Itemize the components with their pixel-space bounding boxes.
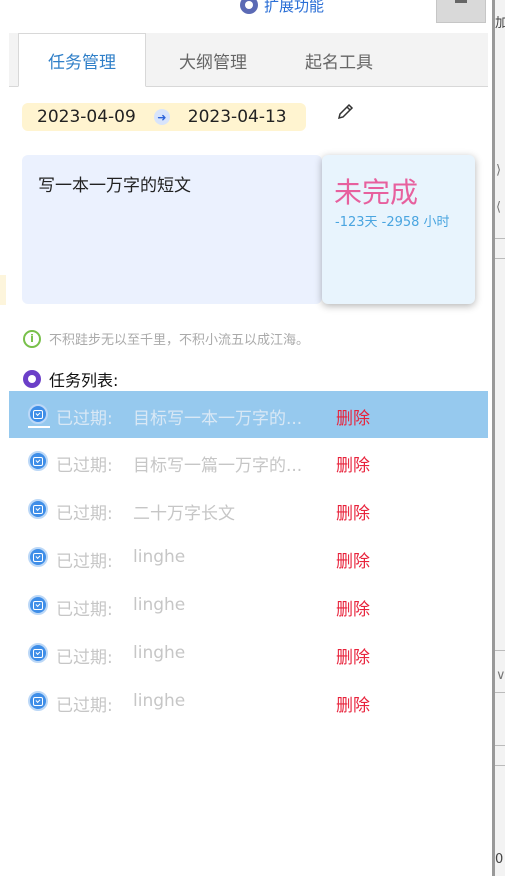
- calendar-check-icon[interactable]: [28, 547, 48, 567]
- extension-icon: [240, 0, 258, 14]
- task-state: 已过期:: [56, 504, 113, 524]
- delete-button[interactable]: 删除: [336, 451, 370, 476]
- task-row[interactable]: 已过期: linghe 删除: [9, 678, 488, 726]
- task-list: 已过期: 目标写一本一万字的... 删除 已过期: 目标写一篇一万字的... 删…: [9, 391, 488, 726]
- chevron-right-icon: ⟩: [496, 163, 502, 178]
- host-divider: [495, 650, 505, 651]
- top-bar: 扩展功能: [0, 0, 492, 32]
- host-text-fragment: 加: [495, 16, 505, 31]
- task-row[interactable]: 已过期: linghe 删除: [9, 630, 488, 678]
- start-date: 2023-04-09: [37, 107, 136, 127]
- tab-naming-tool[interactable]: 起名工具: [275, 33, 403, 87]
- host-divider: [495, 692, 505, 693]
- pencil-edit-icon[interactable]: [336, 101, 356, 121]
- delete-button[interactable]: 删除: [336, 643, 370, 668]
- task-status-card: 未完成 -123天 -2958 小时: [322, 155, 475, 304]
- tab-label: 大纲管理: [179, 52, 247, 73]
- host-divider: [495, 238, 505, 239]
- current-task-card: 写一本一万字的短文: [22, 155, 322, 304]
- delete-button[interactable]: 删除: [336, 499, 370, 524]
- task-state: 已过期:: [56, 696, 113, 716]
- task-status: 未完成: [334, 176, 419, 209]
- task-list-title: 任务列表:: [49, 371, 119, 390]
- task-row[interactable]: 已过期: 二十万字长文 删除: [9, 486, 488, 534]
- task-state: 已过期:: [56, 552, 113, 572]
- task-state: 已过期:: [56, 648, 113, 668]
- host-page-sliver: [0, 275, 6, 305]
- task-row[interactable]: 已过期: linghe 删除: [9, 534, 488, 582]
- task-name[interactable]: linghe: [133, 691, 185, 711]
- task-name[interactable]: 目标写一本一万字的...: [133, 404, 302, 429]
- calendar-check-icon[interactable]: [28, 404, 50, 428]
- current-task-text: 写一本一万字的短文: [38, 176, 191, 196]
- host-divider: [495, 765, 505, 766]
- task-name[interactable]: 目标写一篇一万字的...: [133, 451, 302, 476]
- task-state: 已过期:: [56, 600, 113, 620]
- delete-button[interactable]: 删除: [336, 595, 370, 620]
- task-state: 已过期:: [56, 456, 113, 476]
- task-name[interactable]: linghe: [133, 547, 185, 567]
- calendar-check-icon[interactable]: [28, 643, 48, 663]
- arrow-right-icon: ➜: [153, 109, 170, 125]
- info-icon: i: [23, 329, 41, 348]
- motto-text: 不积跬步无以至千里，不积小流五以成江海。: [49, 333, 310, 348]
- task-list-header: 任务列表:: [23, 367, 118, 391]
- delete-button[interactable]: 删除: [336, 691, 370, 716]
- calendar-check-icon[interactable]: [28, 451, 48, 471]
- task-state: 已过期:: [56, 409, 113, 429]
- delete-button[interactable]: 删除: [336, 404, 370, 429]
- date-range[interactable]: 2023-04-09 ➜ 2023-04-13: [22, 103, 306, 131]
- host-page-edge: 加 ⟩ ⟨ ∨ 0: [492, 0, 505, 876]
- end-date: 2023-04-13: [187, 107, 287, 127]
- motto: i 不积跬步无以至千里，不积小流五以成江海。: [23, 329, 309, 348]
- tab-bar: 任务管理 大纲管理 起名工具: [9, 33, 488, 87]
- host-divider: [495, 745, 505, 746]
- chevron-left-icon: ⟨: [496, 200, 502, 215]
- host-text-fragment: 0: [495, 852, 504, 867]
- calendar-check-icon[interactable]: [28, 691, 48, 711]
- tab-task-management[interactable]: 任务管理: [18, 33, 146, 87]
- task-row[interactable]: 已过期: linghe 删除: [9, 582, 488, 630]
- task-row[interactable]: 已过期: 目标写一本一万字的... 删除: [9, 391, 488, 438]
- task-name[interactable]: 二十万字长文: [133, 499, 235, 524]
- task-name[interactable]: linghe: [133, 595, 185, 615]
- tab-label: 任务管理: [48, 52, 116, 73]
- host-divider: [495, 258, 505, 259]
- task-row[interactable]: 已过期: 目标写一篇一万字的... 删除: [9, 438, 488, 486]
- time-remaining: -123天 -2958 小时: [335, 215, 450, 230]
- extension-link-label: 扩展功能: [264, 0, 325, 15]
- calendar-check-icon[interactable]: [28, 595, 48, 615]
- delete-button[interactable]: 删除: [336, 547, 370, 572]
- task-name[interactable]: linghe: [133, 643, 185, 663]
- extension-link[interactable]: 扩展功能: [240, 0, 324, 16]
- menu-button[interactable]: [436, 0, 486, 23]
- radio-dot-icon: [23, 370, 41, 388]
- tab-label: 起名工具: [305, 52, 373, 73]
- calendar-check-icon[interactable]: [28, 499, 48, 519]
- tab-outline-management[interactable]: 大纲管理: [149, 33, 277, 87]
- chevron-down-icon: ∨: [496, 668, 505, 683]
